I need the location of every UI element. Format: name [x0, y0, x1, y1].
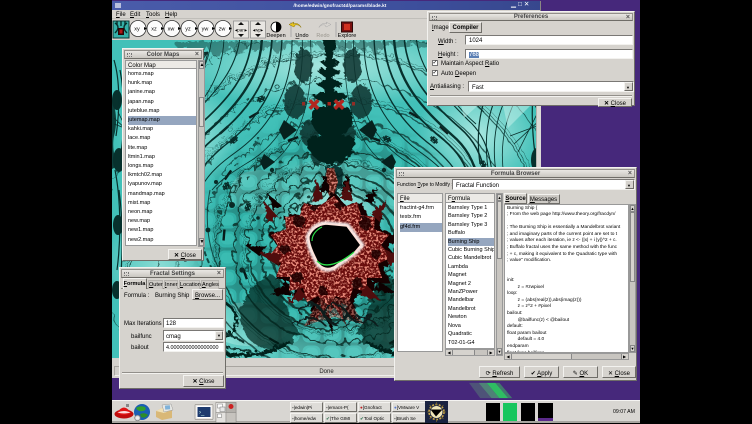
svg-text:zw: zw: [219, 27, 226, 33]
svg-text:yz: yz: [185, 27, 191, 33]
svg-text:◂pan▸: ◂pan▸: [235, 28, 248, 33]
svg-text:Deepen: Deepen: [266, 33, 285, 39]
svg-text:xz: xz: [151, 27, 157, 33]
svg-text:Explore: Explore: [338, 33, 357, 39]
svg-text:xw: xw: [168, 27, 175, 33]
svg-text:Redo: Redo: [316, 33, 329, 39]
svg-text:◂wp▸: ◂wp▸: [253, 28, 264, 33]
svg-text:Undo: Undo: [295, 33, 308, 39]
svg-text:xy: xy: [134, 27, 140, 33]
svg-text:yw: yw: [202, 27, 209, 33]
svg-text:›_: ›_: [199, 410, 205, 416]
